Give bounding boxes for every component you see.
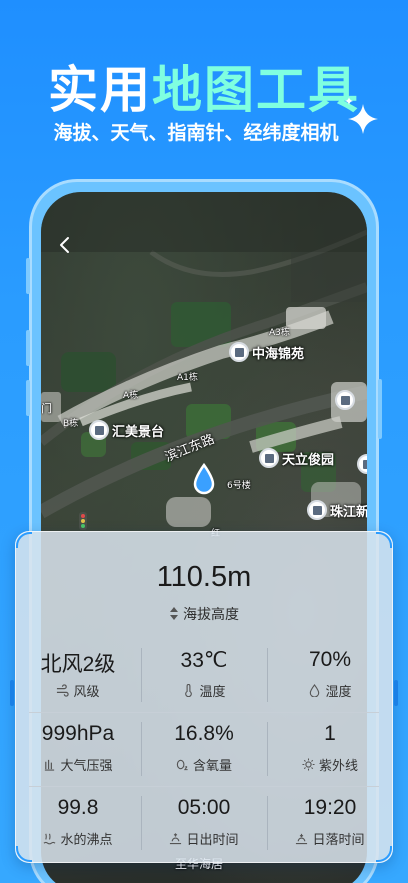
altitude-label: 海拔高度 bbox=[0, 604, 408, 624]
metric-value: 16.8% bbox=[174, 722, 234, 745]
metric-value: 33℃ bbox=[180, 649, 228, 672]
building-icon bbox=[229, 342, 249, 362]
building-label: 门 bbox=[41, 402, 52, 415]
building-label: A栋 bbox=[123, 391, 139, 401]
map-poi[interactable]: 珠江新 bbox=[307, 500, 367, 520]
map-poi[interactable] bbox=[357, 454, 367, 474]
metric-label: 风级 bbox=[73, 685, 100, 700]
altitude-label-text: 海拔高度 bbox=[183, 607, 239, 623]
promo-title-green: 地图工具 bbox=[152, 61, 360, 119]
metric-value: 99.8 bbox=[57, 796, 99, 819]
metric-sunrise: 05:00 日出时间 bbox=[141, 796, 267, 848]
building-icon bbox=[307, 500, 327, 520]
wind-icon bbox=[57, 684, 70, 697]
metric-uv: 1 紫外线 bbox=[267, 722, 393, 774]
traffic-light-icon bbox=[79, 512, 87, 530]
panel-side-bracket bbox=[394, 680, 398, 706]
metric-sunset: 19:20 日落时间 bbox=[267, 796, 393, 848]
altitude-value: 110.5m bbox=[156, 561, 252, 593]
building-icon bbox=[259, 448, 279, 468]
oxygen-icon bbox=[176, 759, 188, 771]
thermometer-icon bbox=[185, 684, 193, 697]
panel-corner bbox=[376, 532, 392, 548]
metric-value: 19:20 bbox=[303, 796, 357, 819]
row-divider bbox=[29, 786, 379, 787]
promo-title: 实用地图工具 bbox=[0, 50, 408, 122]
metric-value: 999hPa bbox=[41, 722, 115, 745]
boiling-icon bbox=[44, 833, 56, 845]
row-divider bbox=[29, 712, 379, 713]
promo-subtitle: 海拔、天气、指南针、经纬度相机 bbox=[53, 122, 339, 144]
location-marker-icon bbox=[193, 463, 215, 495]
back-arrow-icon[interactable] bbox=[58, 236, 72, 254]
map-poi[interactable]: 天立俊园 bbox=[259, 448, 334, 468]
building-icon bbox=[357, 454, 367, 474]
metric-label: 大气压强 bbox=[60, 759, 113, 774]
metric-value: 1 bbox=[324, 722, 336, 745]
metric-value: 70% bbox=[308, 648, 352, 671]
sunset-icon bbox=[296, 833, 308, 845]
sun-icon bbox=[302, 758, 315, 771]
metric-temperature: 33℃ 温度 bbox=[141, 648, 267, 700]
building-label: A1栋 bbox=[177, 373, 198, 383]
metric-value: 北风2级 bbox=[40, 653, 116, 676]
sunrise-icon bbox=[170, 833, 182, 845]
phone-power-button bbox=[378, 379, 382, 439]
pressure-icon bbox=[45, 759, 55, 771]
building-label: A3栋 bbox=[269, 328, 290, 338]
metric-label: 水的沸点 bbox=[60, 833, 113, 848]
panel-corner bbox=[376, 846, 392, 862]
panel-corner bbox=[16, 846, 32, 862]
building-icon bbox=[89, 420, 109, 440]
metric-humidity: 70% 湿度 bbox=[267, 648, 393, 700]
sparkle-icon bbox=[348, 104, 378, 134]
small-sparkle-icon bbox=[345, 97, 353, 105]
phone-side-button bbox=[26, 380, 30, 416]
metric-wind: 北风2级 风级 bbox=[15, 648, 141, 700]
metric-label: 日出时间 bbox=[186, 833, 239, 848]
panel-side-bracket bbox=[10, 680, 14, 706]
metric-value: 05:00 bbox=[177, 796, 231, 819]
metric-label: 日落时间 bbox=[312, 833, 365, 848]
phone-side-button bbox=[26, 330, 30, 366]
metric-oxygen: 16.8% 含氧量 bbox=[141, 722, 267, 774]
map-poi[interactable] bbox=[335, 390, 355, 410]
map-poi[interactable]: 中海锦苑 bbox=[229, 342, 304, 362]
metric-label: 温度 bbox=[199, 685, 226, 700]
promo-title-white: 实用 bbox=[48, 61, 152, 119]
building-label: 6号楼 bbox=[227, 481, 251, 491]
map-poi[interactable]: 汇美景台 bbox=[89, 420, 164, 440]
building-icon bbox=[335, 390, 355, 410]
altitude-icon bbox=[170, 607, 178, 620]
phone-side-button bbox=[26, 258, 30, 294]
metric-boiling-point: 99.8 水的沸点 bbox=[15, 796, 141, 848]
humidity-icon bbox=[310, 684, 320, 697]
metric-label: 紫外线 bbox=[318, 759, 358, 774]
metric-pressure: 999hPa 大气压强 bbox=[15, 722, 141, 774]
building-label: B栋 bbox=[63, 419, 79, 429]
metric-label: 湿度 bbox=[325, 685, 352, 700]
metric-label: 含氧量 bbox=[192, 759, 232, 774]
